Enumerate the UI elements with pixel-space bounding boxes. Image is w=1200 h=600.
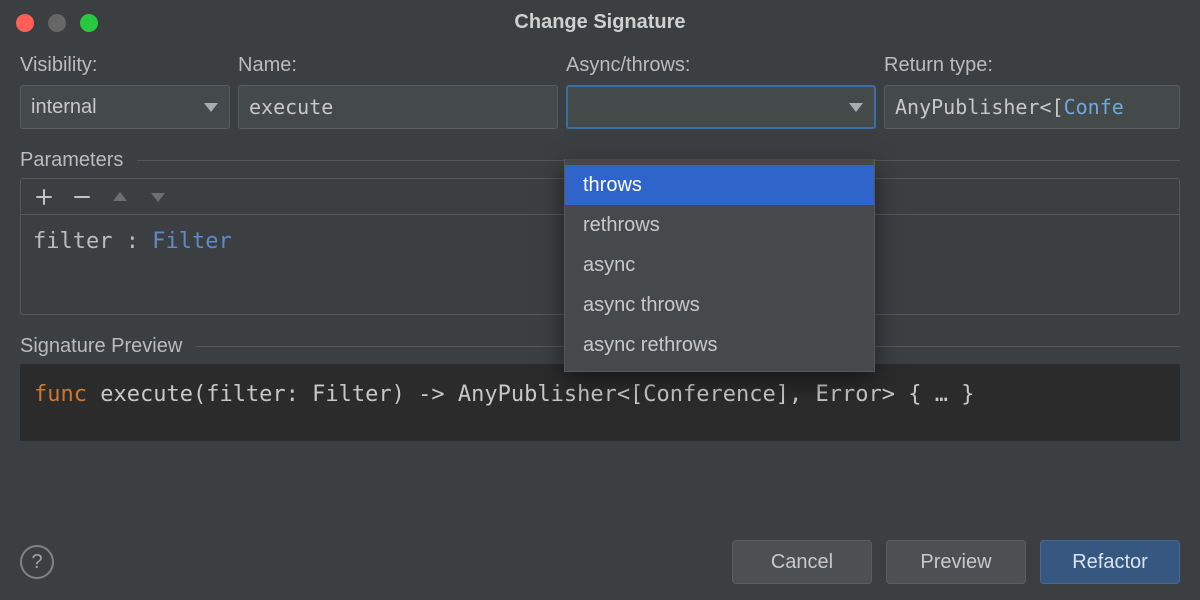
chevron-down-icon bbox=[848, 101, 864, 113]
help-button[interactable]: ? bbox=[20, 545, 54, 579]
return-type-input[interactable]: AnyPublisher<[Confe bbox=[884, 85, 1180, 129]
zoom-window-button[interactable] bbox=[80, 14, 98, 32]
dropdown-item-async[interactable]: async bbox=[565, 245, 874, 285]
visibility-value: internal bbox=[31, 96, 97, 119]
preview-func-name: execute bbox=[100, 382, 193, 407]
dropdown-item-throws[interactable]: throws bbox=[565, 165, 874, 205]
preview-button-label: Preview bbox=[920, 551, 991, 574]
async-throws-label: Async/throws: bbox=[566, 54, 876, 77]
minimize-window-button[interactable] bbox=[48, 14, 66, 32]
arrow: -> bbox=[418, 382, 445, 407]
name-input[interactable]: execute bbox=[238, 85, 558, 129]
preview-button[interactable]: Preview bbox=[886, 540, 1026, 584]
preview-body: { … } bbox=[908, 382, 974, 407]
dialog-footer: ? Cancel Preview Refactor bbox=[20, 540, 1180, 584]
visibility-label: Visibility: bbox=[20, 54, 230, 77]
dropdown-item-async-throws[interactable]: async throws bbox=[565, 285, 874, 325]
name-label: Name: bbox=[238, 54, 558, 77]
refactor-button[interactable]: Refactor bbox=[1040, 540, 1180, 584]
return-type-value: AnyPublisher<[Confe bbox=[895, 95, 1169, 119]
parameter-name: filter bbox=[33, 229, 112, 254]
refactor-button-label: Refactor bbox=[1072, 551, 1148, 574]
name-value: execute bbox=[249, 95, 333, 119]
signature-preview: func execute(filter: Filter) -> AnyPubli… bbox=[20, 364, 1180, 441]
return-type-label: Return type: bbox=[884, 54, 1180, 77]
dialog-title: Change Signature bbox=[514, 11, 685, 34]
parameter-row[interactable]: filter : Filter bbox=[33, 229, 232, 254]
add-parameter-button[interactable] bbox=[27, 183, 61, 211]
move-parameter-up-button[interactable] bbox=[103, 183, 137, 211]
dropdown-item-rethrows[interactable]: rethrows bbox=[565, 205, 874, 245]
visibility-select[interactable]: internal bbox=[20, 85, 230, 129]
preview-params: (filter: Filter) bbox=[193, 382, 405, 407]
move-parameter-down-button[interactable] bbox=[141, 183, 175, 211]
keyword-func: func bbox=[34, 382, 87, 407]
preview-return-type: AnyPublisher<[Conference], Error> bbox=[458, 382, 895, 407]
titlebar: Change Signature bbox=[0, 0, 1200, 44]
dropdown-item-async-rethrows[interactable]: async rethrows bbox=[565, 325, 874, 365]
parameter-type: Filter bbox=[152, 229, 231, 254]
chevron-down-icon bbox=[203, 101, 219, 113]
help-icon: ? bbox=[31, 551, 42, 574]
signature-preview-text: Signature Preview bbox=[20, 335, 182, 358]
parameters-section-text: Parameters bbox=[20, 149, 123, 172]
async-throws-select[interactable] bbox=[566, 85, 876, 129]
remove-parameter-button[interactable] bbox=[65, 183, 99, 211]
colon: : bbox=[126, 229, 153, 254]
window-controls bbox=[16, 14, 98, 32]
cancel-button-label: Cancel bbox=[771, 551, 833, 574]
async-throws-dropdown[interactable]: throws rethrows async async throws async… bbox=[564, 159, 875, 372]
cancel-button[interactable]: Cancel bbox=[732, 540, 872, 584]
close-window-button[interactable] bbox=[16, 14, 34, 32]
